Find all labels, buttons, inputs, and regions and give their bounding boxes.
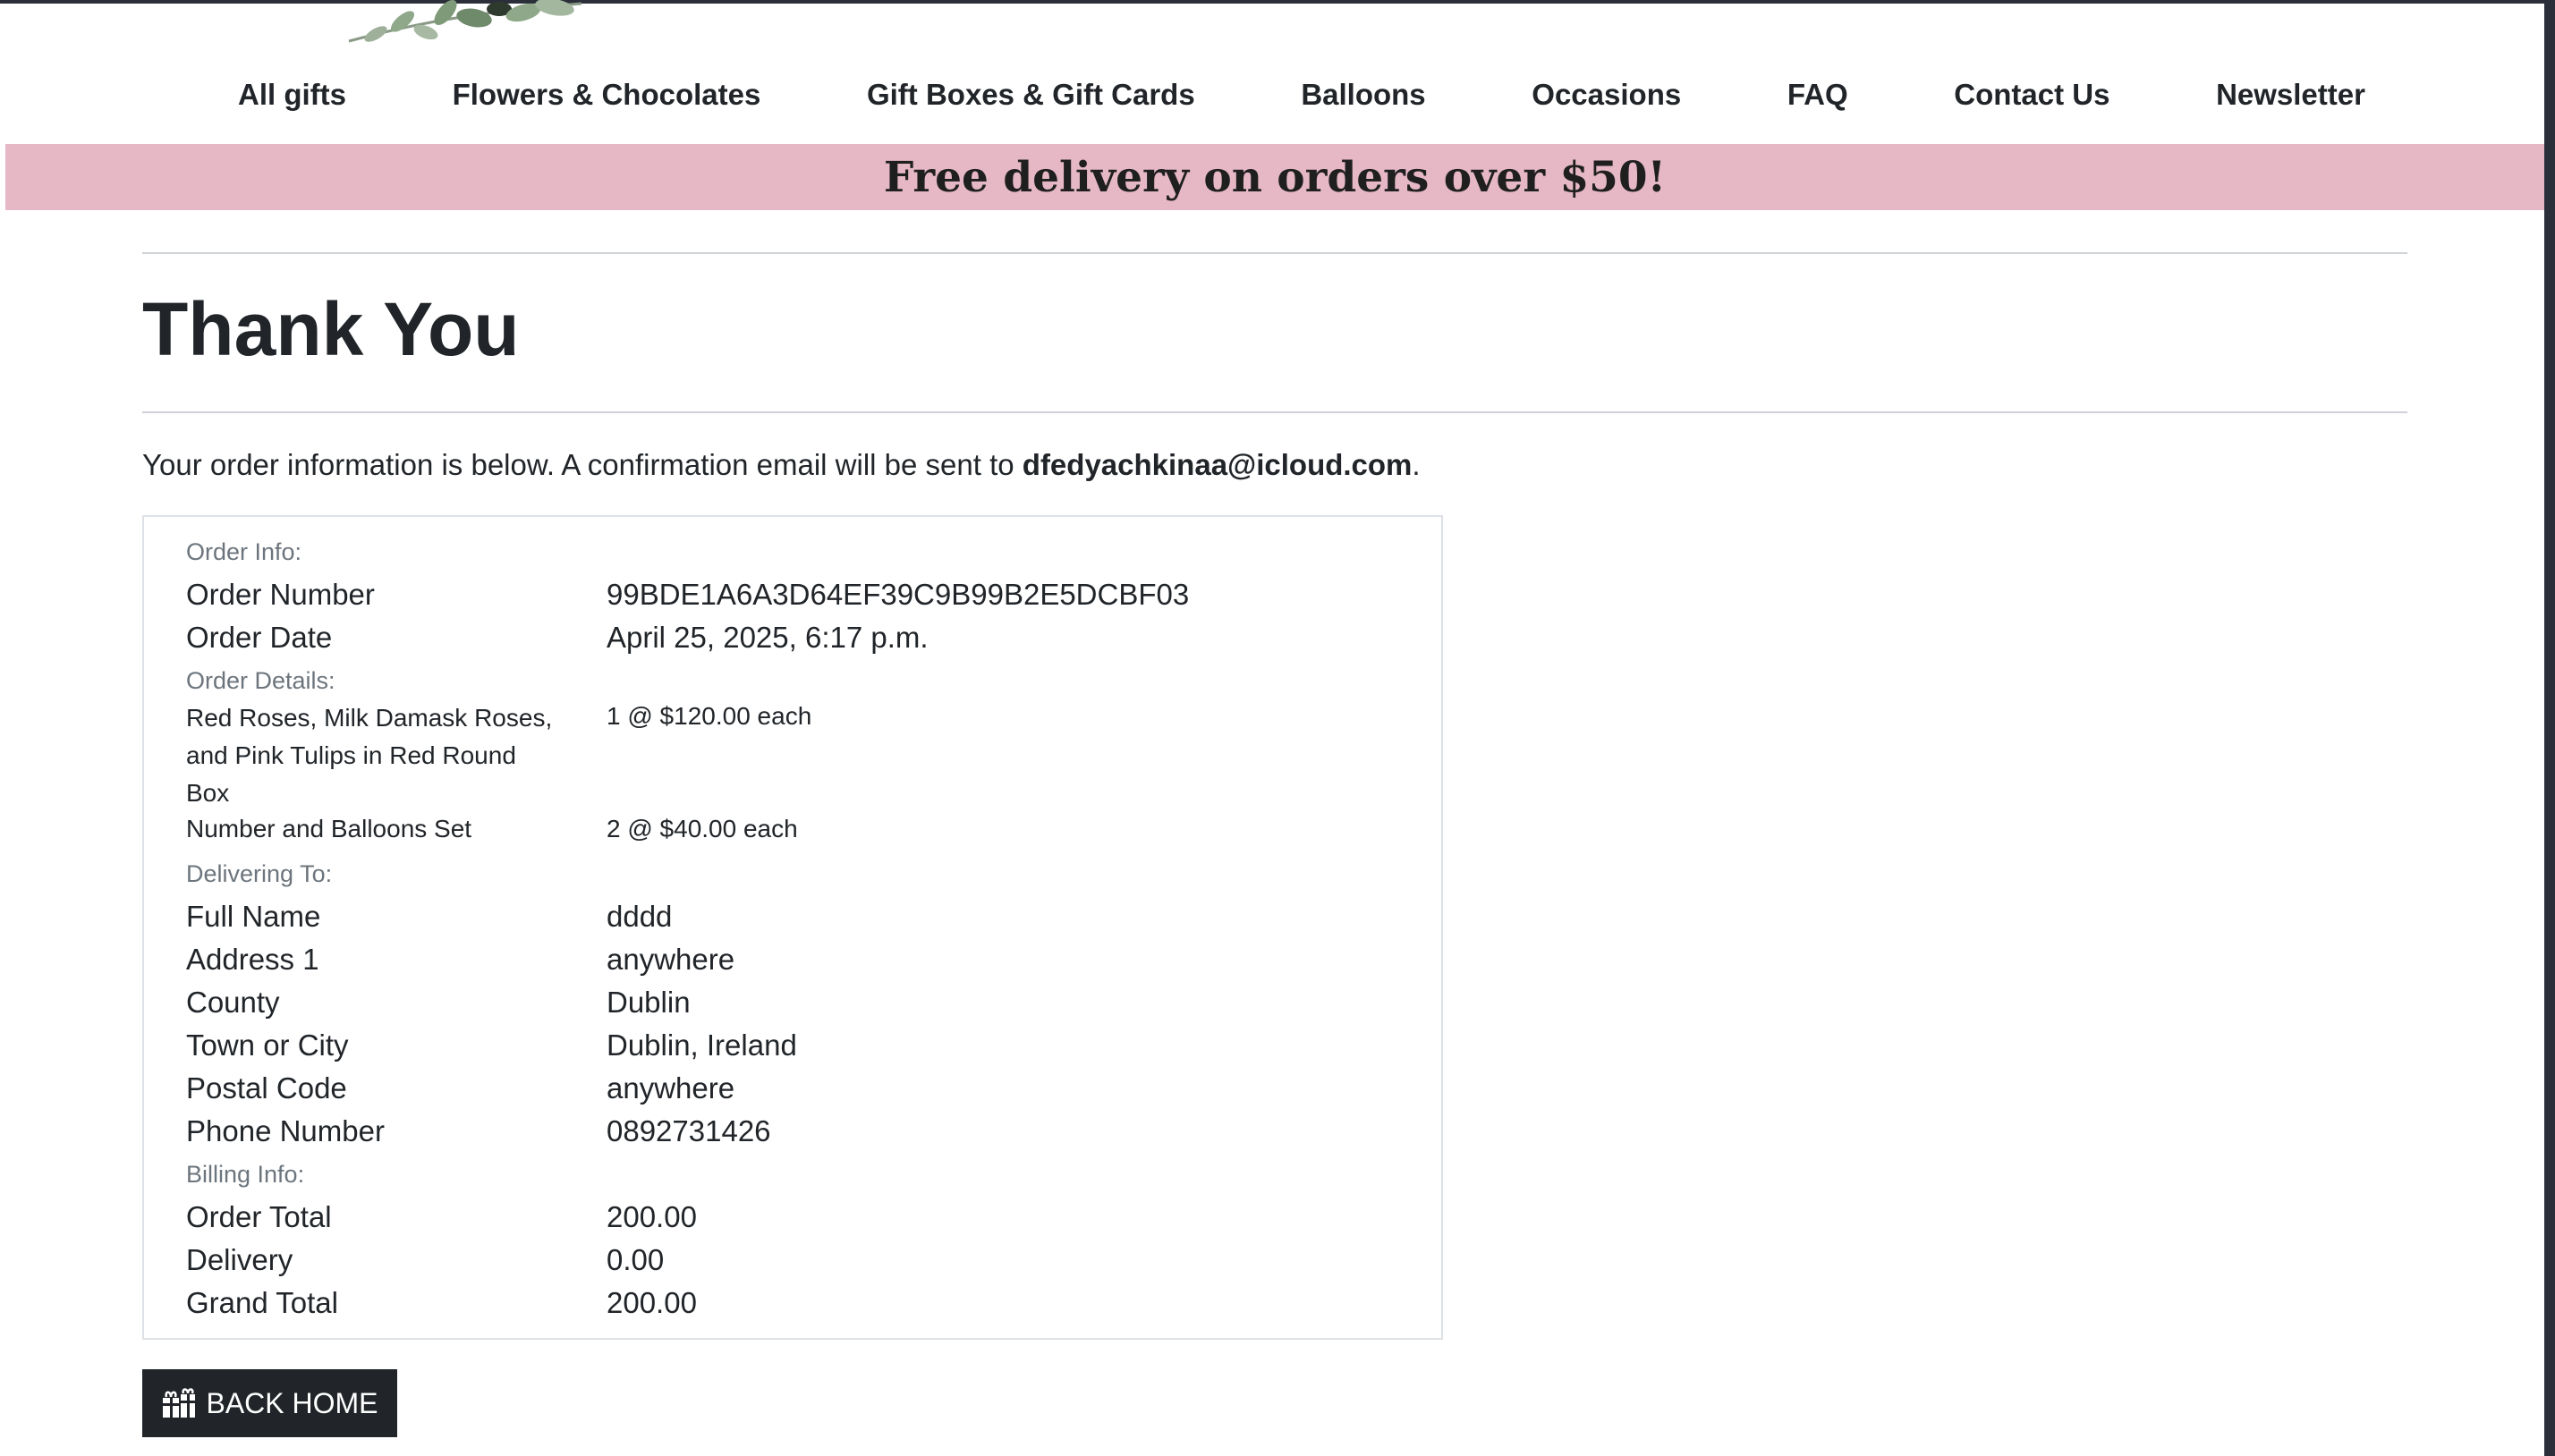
field-value: dddd [607,900,673,933]
field-value: Dublin [607,986,691,1019]
item-quantity: 1 @ $120.00 each [607,702,812,730]
nav-gift-boxes-gift-cards[interactable]: Gift Boxes & Gift Cards [835,65,1227,124]
confirmation-suffix: . [1412,448,1421,481]
field-value: 200.00 [607,1200,697,1233]
field-label: Phone Number [186,1114,385,1147]
field-value: anywhere [607,1071,735,1105]
order-summary-box: Order Info: Order Number 99BDE1A6A3D64EF… [142,515,1443,1340]
section-heading: Billing Info: [186,1161,305,1188]
nav-faq[interactable]: FAQ [1755,65,1880,124]
field-label: County [186,986,280,1019]
field-label: Full Name [186,900,321,933]
divider-bottom [142,411,2407,413]
divider-top [142,252,2407,254]
back-home-label: BACK HOME [206,1386,378,1419]
field-value: 200.00 [607,1286,697,1319]
field-label: Order Date [186,621,333,654]
field-label: Delivery [186,1243,293,1276]
field-value: Dublin, Ireland [607,1029,797,1062]
promo-text: Free delivery on orders over $50! [883,152,1667,202]
field-label: Order Number [186,578,375,611]
field-label: Grand Total [186,1286,338,1319]
field-label: Postal Code [186,1071,347,1105]
window-edge [2544,0,2555,1456]
item-name: Red Roses, Milk Damask Roses, and Pink T… [186,704,553,807]
confirmation-text: Your order information is below. A confi… [142,448,1023,481]
nav-all-gifts[interactable]: All gifts [206,65,378,124]
field-label: Town or City [186,1029,349,1062]
eucalyptus-decoration-icon [348,0,582,43]
section-heading: Order Details: [186,667,335,694]
nav-contact-us[interactable]: Contact Us [1922,65,2142,124]
confirmation-message: Your order information is below. A confi… [142,444,1421,487]
field-label: Order Total [186,1200,332,1233]
page-title: Thank You [142,287,520,371]
item-quantity: 2 @ $40.00 each [607,815,798,842]
field-label: Address 1 [186,943,319,976]
order-number-value: 99BDE1A6A3D64EF39C9B99B2E5DCBF03 [607,578,1190,611]
nav-flowers-chocolates[interactable]: Flowers & Chocolates [420,65,794,124]
nav-occasions[interactable]: Occasions [1499,65,1713,124]
field-value: 0892731426 [607,1114,771,1147]
section-heading: Delivering To: [186,860,333,887]
nav-balloons[interactable]: Balloons [1269,65,1457,124]
item-name: Number and Balloons Set [186,815,472,842]
main-nav: All gifts Flowers & Chocolates Gift Boxe… [206,52,2398,138]
order-date-value: April 25, 2025, 6:17 p.m. [607,621,929,654]
promo-banner: Free delivery on orders over $50! [5,144,2544,210]
section-heading: Order Info: [186,538,302,565]
nav-newsletter[interactable]: Newsletter [2184,65,2398,124]
field-value: anywhere [607,943,735,976]
gifts-icon [163,1388,196,1418]
back-home-button[interactable]: BACK HOME [142,1369,397,1437]
page: All gifts Flowers & Chocolates Gift Boxe… [0,0,2555,1456]
confirmation-email: dfedyachkinaa@icloud.com [1022,448,1413,481]
field-value: 0.00 [607,1243,665,1276]
